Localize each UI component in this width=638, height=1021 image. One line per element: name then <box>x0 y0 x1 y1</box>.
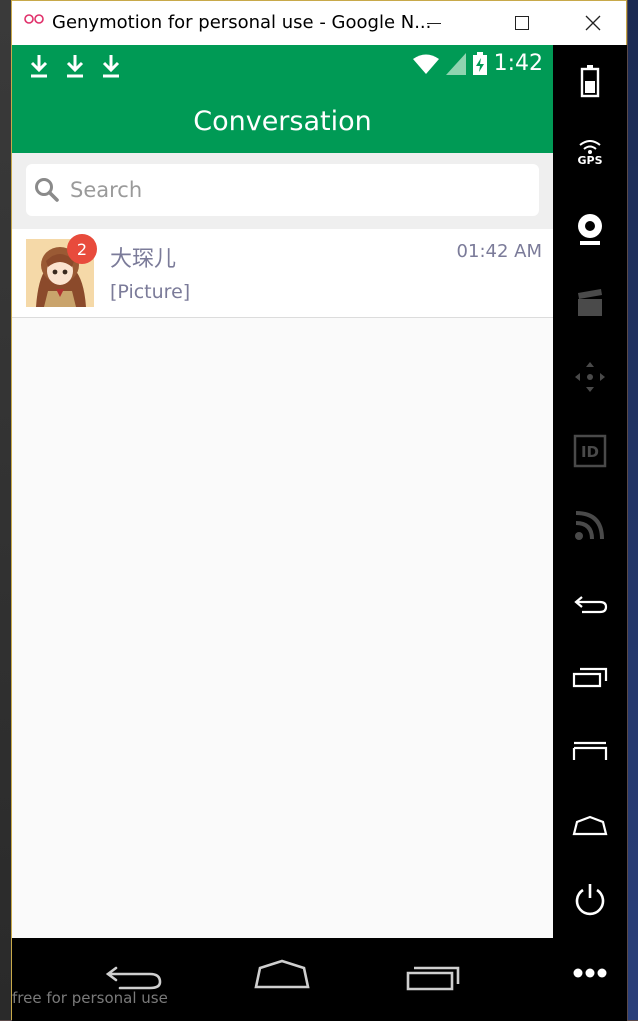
screencast-widget-button[interactable] <box>570 283 610 323</box>
download-icon <box>30 55 48 78</box>
conversation-name: 大琛儿 <box>110 247 177 272</box>
search-box[interactable] <box>26 164 539 216</box>
webcam-icon <box>578 214 602 245</box>
clapperboard-icon <box>578 289 602 316</box>
recent-apps-icon[interactable] <box>400 954 464 994</box>
gps-icon <box>579 139 601 154</box>
rss-icon <box>575 511 604 540</box>
recent-apps-icon <box>572 667 608 688</box>
webcam-widget-button[interactable] <box>570 209 610 249</box>
side-home-button[interactable] <box>570 805 610 845</box>
cell-signal-icon <box>445 52 466 75</box>
conversation-list-item[interactable]: 2 大琛儿 01:42 AM [Picture] <box>12 229 553 318</box>
window-titlebar[interactable]: Genymotion for personal use - Google N..… <box>12 1 626 45</box>
id-label: ID <box>581 443 599 461</box>
back-icon <box>574 596 608 614</box>
search-icon <box>35 178 59 202</box>
back-icon[interactable] <box>102 954 166 994</box>
menu-icon <box>572 741 608 760</box>
conversation-preview: [Picture] <box>110 281 191 303</box>
network-widget-button[interactable] <box>570 505 610 545</box>
home-icon[interactable] <box>250 954 314 994</box>
download-icon <box>102 55 120 78</box>
maximize-button[interactable] <box>502 9 542 37</box>
id-icon: ID <box>573 434 607 468</box>
android-nav-bar <box>12 938 553 1021</box>
watermark-text: free for personal use <box>12 989 168 1007</box>
gps-widget-button[interactable]: GPS <box>570 133 610 173</box>
device-screen: 1:42 Conversation Search 2 大琛儿 01:42 AM … <box>12 45 553 938</box>
power-icon <box>575 884 605 916</box>
close-button[interactable] <box>573 9 613 37</box>
home-icon <box>572 815 608 836</box>
side-menu-button[interactable] <box>570 731 610 771</box>
minimize-button[interactable] <box>414 9 454 37</box>
battery-charging-icon <box>472 51 487 75</box>
side-recent-apps-button[interactable] <box>570 657 610 697</box>
search-input[interactable] <box>68 177 512 203</box>
more-dots-icon <box>573 968 607 978</box>
page-title: Conversation <box>193 105 372 137</box>
app-bar: Conversation <box>12 89 553 153</box>
battery-icon <box>580 65 600 98</box>
wifi-icon <box>412 54 439 74</box>
unread-badge: 2 <box>67 234 97 264</box>
status-time: 1:42 <box>493 51 543 76</box>
move-arrows-icon <box>575 362 605 392</box>
search-container <box>12 153 553 229</box>
more-options-button[interactable] <box>570 953 610 993</box>
genymotion-logo-icon <box>24 12 46 30</box>
download-icon <box>66 55 84 78</box>
battery-widget-button[interactable] <box>570 61 610 101</box>
power-button[interactable] <box>570 879 610 919</box>
side-back-button[interactable] <box>570 583 610 623</box>
desktop-background-right <box>628 0 638 1020</box>
emulator-window: Genymotion for personal use - Google N..… <box>11 0 627 1021</box>
device-id-widget-button[interactable]: ID <box>570 431 610 471</box>
remote-control-widget-button[interactable] <box>570 357 610 397</box>
status-bar: 1:42 <box>12 45 553 89</box>
close-icon <box>585 15 601 31</box>
emulator-sidebar: GPS ID <box>553 45 627 1021</box>
conversation-time: 01:42 AM <box>456 241 542 262</box>
gps-label: GPS <box>577 153 603 167</box>
window-title: Genymotion for personal use - Google N..… <box>52 12 432 33</box>
